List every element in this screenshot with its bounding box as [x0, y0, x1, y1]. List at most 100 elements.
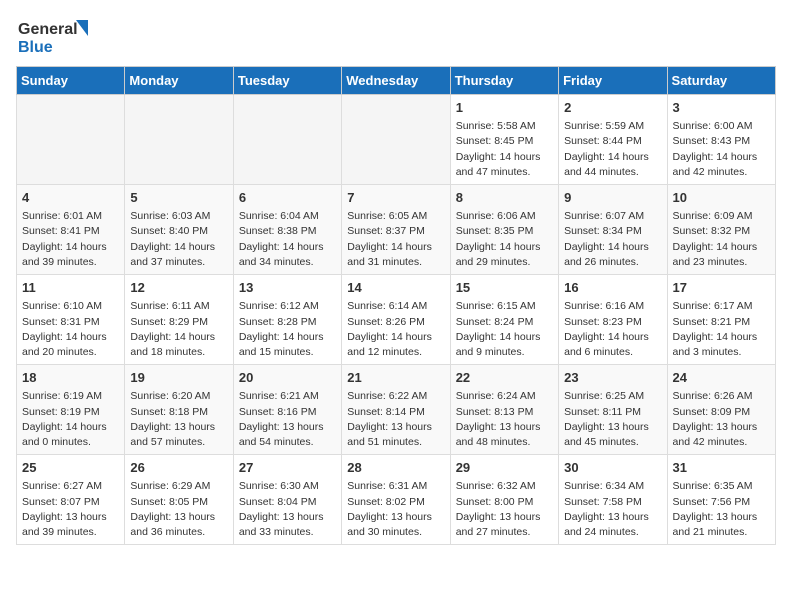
- day-number: 29: [456, 459, 553, 477]
- day-number: 18: [22, 369, 119, 387]
- calendar-cell: [233, 95, 341, 185]
- calendar-cell: 9 Sunrise: 6:07 AM Sunset: 8:34 PM Daylig…: [559, 185, 667, 275]
- logo: GeneralBlue: [16, 16, 96, 56]
- day-number: 15: [456, 279, 553, 297]
- calendar-cell: 26 Sunrise: 6:29 AM Sunset: 8:05 PM Dayli…: [125, 455, 233, 545]
- day-number: 26: [130, 459, 227, 477]
- calendar-cell: 11 Sunrise: 6:10 AM Sunset: 8:31 PM Dayli…: [17, 275, 125, 365]
- calendar-cell: 6 Sunrise: 6:04 AM Sunset: 8:38 PM Daylig…: [233, 185, 341, 275]
- day-number: 7: [347, 189, 444, 207]
- day-header-friday: Friday: [559, 67, 667, 95]
- day-info: Sunrise: 5:58 AM Sunset: 8:45 PM Dayligh…: [456, 119, 553, 180]
- logo-icon: GeneralBlue: [16, 16, 96, 56]
- day-header-monday: Monday: [125, 67, 233, 95]
- calendar: SundayMondayTuesdayWednesdayThursdayFrid…: [16, 66, 776, 545]
- day-number: 11: [22, 279, 119, 297]
- calendar-cell: 28 Sunrise: 6:31 AM Sunset: 8:02 PM Dayli…: [342, 455, 450, 545]
- day-info: Sunrise: 6:24 AM Sunset: 8:13 PM Dayligh…: [456, 389, 553, 450]
- calendar-cell: 3 Sunrise: 6:00 AM Sunset: 8:43 PM Daylig…: [667, 95, 775, 185]
- calendar-cell: [342, 95, 450, 185]
- day-info: Sunrise: 6:16 AM Sunset: 8:23 PM Dayligh…: [564, 299, 661, 360]
- calendar-cell: 17 Sunrise: 6:17 AM Sunset: 8:21 PM Dayli…: [667, 275, 775, 365]
- calendar-cell: 8 Sunrise: 6:06 AM Sunset: 8:35 PM Daylig…: [450, 185, 558, 275]
- calendar-cell: 14 Sunrise: 6:14 AM Sunset: 8:26 PM Dayli…: [342, 275, 450, 365]
- day-number: 13: [239, 279, 336, 297]
- day-info: Sunrise: 6:19 AM Sunset: 8:19 PM Dayligh…: [22, 389, 119, 450]
- calendar-cell: [17, 95, 125, 185]
- day-info: Sunrise: 6:11 AM Sunset: 8:29 PM Dayligh…: [130, 299, 227, 360]
- day-number: 21: [347, 369, 444, 387]
- calendar-cell: 21 Sunrise: 6:22 AM Sunset: 8:14 PM Dayli…: [342, 365, 450, 455]
- calendar-cell: 31 Sunrise: 6:35 AM Sunset: 7:56 PM Dayli…: [667, 455, 775, 545]
- calendar-cell: [125, 95, 233, 185]
- day-info: Sunrise: 6:17 AM Sunset: 8:21 PM Dayligh…: [673, 299, 770, 360]
- day-number: 20: [239, 369, 336, 387]
- calendar-cell: 18 Sunrise: 6:19 AM Sunset: 8:19 PM Dayli…: [17, 365, 125, 455]
- calendar-cell: 13 Sunrise: 6:12 AM Sunset: 8:28 PM Dayli…: [233, 275, 341, 365]
- day-info: Sunrise: 6:07 AM Sunset: 8:34 PM Dayligh…: [564, 209, 661, 270]
- day-number: 6: [239, 189, 336, 207]
- calendar-cell: 7 Sunrise: 6:05 AM Sunset: 8:37 PM Daylig…: [342, 185, 450, 275]
- day-info: Sunrise: 6:05 AM Sunset: 8:37 PM Dayligh…: [347, 209, 444, 270]
- day-number: 17: [673, 279, 770, 297]
- day-number: 16: [564, 279, 661, 297]
- day-info: Sunrise: 6:22 AM Sunset: 8:14 PM Dayligh…: [347, 389, 444, 450]
- svg-text:General: General: [18, 21, 78, 38]
- day-number: 24: [673, 369, 770, 387]
- calendar-cell: 19Sunrise: 6:20 AM Sunset: 8:18 PM Dayli…: [125, 365, 233, 455]
- day-number: 22: [456, 369, 553, 387]
- day-header-thursday: Thursday: [450, 67, 558, 95]
- day-number: 28: [347, 459, 444, 477]
- day-info: Sunrise: 6:14 AM Sunset: 8:26 PM Dayligh…: [347, 299, 444, 360]
- calendar-cell: 1 Sunrise: 5:58 AM Sunset: 8:45 PM Daylig…: [450, 95, 558, 185]
- calendar-cell: 2Sunrise: 5:59 AM Sunset: 8:44 PM Daylig…: [559, 95, 667, 185]
- day-number: 30: [564, 459, 661, 477]
- day-info: Sunrise: 5:59 AM Sunset: 8:44 PM Dayligh…: [564, 119, 661, 180]
- header: GeneralBlue: [16, 16, 776, 56]
- day-info: Sunrise: 6:09 AM Sunset: 8:32 PM Dayligh…: [673, 209, 770, 270]
- day-info: Sunrise: 6:00 AM Sunset: 8:43 PM Dayligh…: [673, 119, 770, 180]
- day-info: Sunrise: 6:03 AM Sunset: 8:40 PM Dayligh…: [130, 209, 227, 270]
- day-info: Sunrise: 6:30 AM Sunset: 8:04 PM Dayligh…: [239, 479, 336, 540]
- day-header-sunday: Sunday: [17, 67, 125, 95]
- day-info: Sunrise: 6:12 AM Sunset: 8:28 PM Dayligh…: [239, 299, 336, 360]
- day-header-tuesday: Tuesday: [233, 67, 341, 95]
- day-info: Sunrise: 6:27 AM Sunset: 8:07 PM Dayligh…: [22, 479, 119, 540]
- day-number: 10: [673, 189, 770, 207]
- day-number: 4: [22, 189, 119, 207]
- calendar-cell: 25 Sunrise: 6:27 AM Sunset: 8:07 PM Dayli…: [17, 455, 125, 545]
- day-number: 12: [130, 279, 227, 297]
- day-number: 25: [22, 459, 119, 477]
- day-info: Sunrise: 6:04 AM Sunset: 8:38 PM Dayligh…: [239, 209, 336, 270]
- day-info: Sunrise: 6:21 AM Sunset: 8:16 PM Dayligh…: [239, 389, 336, 450]
- day-number: 3: [673, 99, 770, 117]
- day-info: Sunrise: 6:10 AM Sunset: 8:31 PM Dayligh…: [22, 299, 119, 360]
- day-info: Sunrise: 6:32 AM Sunset: 8:00 PM Dayligh…: [456, 479, 553, 540]
- calendar-cell: 4 Sunrise: 6:01 AM Sunset: 8:41 PM Daylig…: [17, 185, 125, 275]
- calendar-cell: 12 Sunrise: 6:11 AM Sunset: 8:29 PM Dayli…: [125, 275, 233, 365]
- calendar-cell: 16 Sunrise: 6:16 AM Sunset: 8:23 PM Dayli…: [559, 275, 667, 365]
- calendar-cell: 5 Sunrise: 6:03 AM Sunset: 8:40 PM Daylig…: [125, 185, 233, 275]
- day-number: 14: [347, 279, 444, 297]
- calendar-cell: 10 Sunrise: 6:09 AM Sunset: 8:32 PM Dayli…: [667, 185, 775, 275]
- day-number: 5: [130, 189, 227, 207]
- day-number: 27: [239, 459, 336, 477]
- calendar-cell: 23Sunrise: 6:25 AM Sunset: 8:11 PM Dayli…: [559, 365, 667, 455]
- day-info: Sunrise: 6:25 AM Sunset: 8:11 PM Dayligh…: [564, 389, 661, 450]
- day-number: 19: [130, 369, 227, 387]
- calendar-cell: 20 Sunrise: 6:21 AM Sunset: 8:16 PM Dayli…: [233, 365, 341, 455]
- day-info: Sunrise: 6:31 AM Sunset: 8:02 PM Dayligh…: [347, 479, 444, 540]
- day-number: 8: [456, 189, 553, 207]
- day-info: Sunrise: 6:06 AM Sunset: 8:35 PM Dayligh…: [456, 209, 553, 270]
- day-number: 31: [673, 459, 770, 477]
- svg-text:Blue: Blue: [18, 39, 53, 56]
- day-info: Sunrise: 6:29 AM Sunset: 8:05 PM Dayligh…: [130, 479, 227, 540]
- day-info: Sunrise: 6:35 AM Sunset: 7:56 PM Dayligh…: [673, 479, 770, 540]
- day-number: 1: [456, 99, 553, 117]
- day-info: Sunrise: 6:01 AM Sunset: 8:41 PM Dayligh…: [22, 209, 119, 270]
- calendar-cell: 27 Sunrise: 6:30 AM Sunset: 8:04 PM Dayli…: [233, 455, 341, 545]
- day-number: 9: [564, 189, 661, 207]
- day-info: Sunrise: 6:34 AM Sunset: 7:58 PM Dayligh…: [564, 479, 661, 540]
- day-info: Sunrise: 6:26 AM Sunset: 8:09 PM Dayligh…: [673, 389, 770, 450]
- day-info: Sunrise: 6:15 AM Sunset: 8:24 PM Dayligh…: [456, 299, 553, 360]
